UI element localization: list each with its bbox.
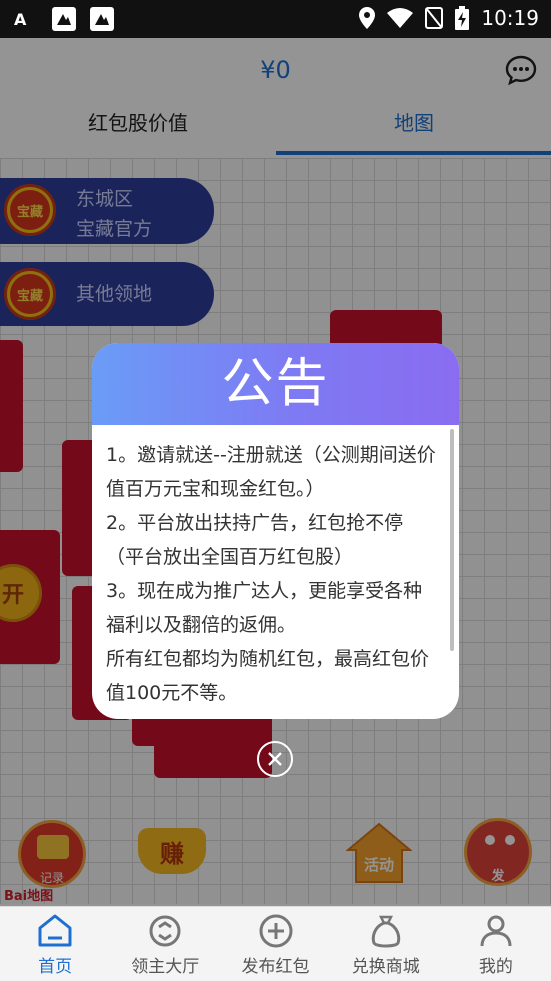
announcement-dialog: 公告 1。邀请就送--注册就送（公测期间送价值百万元宝和现金红包。） 2。平台放… (92, 343, 459, 719)
clock: 10:19 (481, 6, 539, 30)
notification-image-icon (90, 7, 114, 31)
dialog-scrollbar[interactable] (450, 429, 454, 651)
battery-charging-icon (455, 6, 470, 30)
close-dialog-button[interactable] (257, 741, 293, 777)
notification-image-icon (52, 7, 76, 31)
nav-publish-red-packet[interactable]: 发布红包 (220, 907, 330, 981)
status-bar: A 10:19 (0, 0, 551, 38)
lord-hall-icon (149, 915, 181, 947)
dialog-title: 公告 (221, 354, 330, 414)
profile-icon (480, 915, 512, 947)
exchange-bag-icon (371, 915, 400, 948)
a-icon: A (14, 9, 27, 29)
no-sim-icon (425, 7, 444, 29)
wifi-icon (387, 8, 414, 28)
location-icon (359, 7, 376, 29)
dialog-content[interactable]: 1。邀请就送--注册就送（公测期间送价值百万元宝和现金红包。） 2。平台放出扶持… (106, 438, 440, 710)
announcement-line: 1。邀请就送--注册就送（公测期间送价值百万元宝和现金红包。） (106, 444, 436, 500)
nav-mine[interactable]: 我的 (441, 907, 551, 981)
bottom-nav: 首页 领主大厅 发布红包 兑换商城 我的 (0, 906, 551, 981)
nav-exchange-mall[interactable]: 兑换商城 (331, 907, 441, 981)
publish-plus-icon (259, 914, 292, 948)
announcement-line: 3。现在成为推广达人，更能享受各种福利以及翻倍的返佣。 (106, 580, 423, 636)
close-icon (268, 752, 282, 766)
announcement-line: 所有红包都均为随机红包，最高红包价值100元不等。 (106, 648, 430, 704)
home-icon (38, 914, 72, 947)
announcement-line: 2。平台放出扶持广告，红包抢不停（平台放出全国百万红包股） (106, 512, 404, 568)
nav-home[interactable]: 首页 (0, 907, 110, 981)
nav-lord-hall[interactable]: 领主大厅 (110, 907, 220, 981)
dialog-header: 公告 (92, 343, 459, 425)
